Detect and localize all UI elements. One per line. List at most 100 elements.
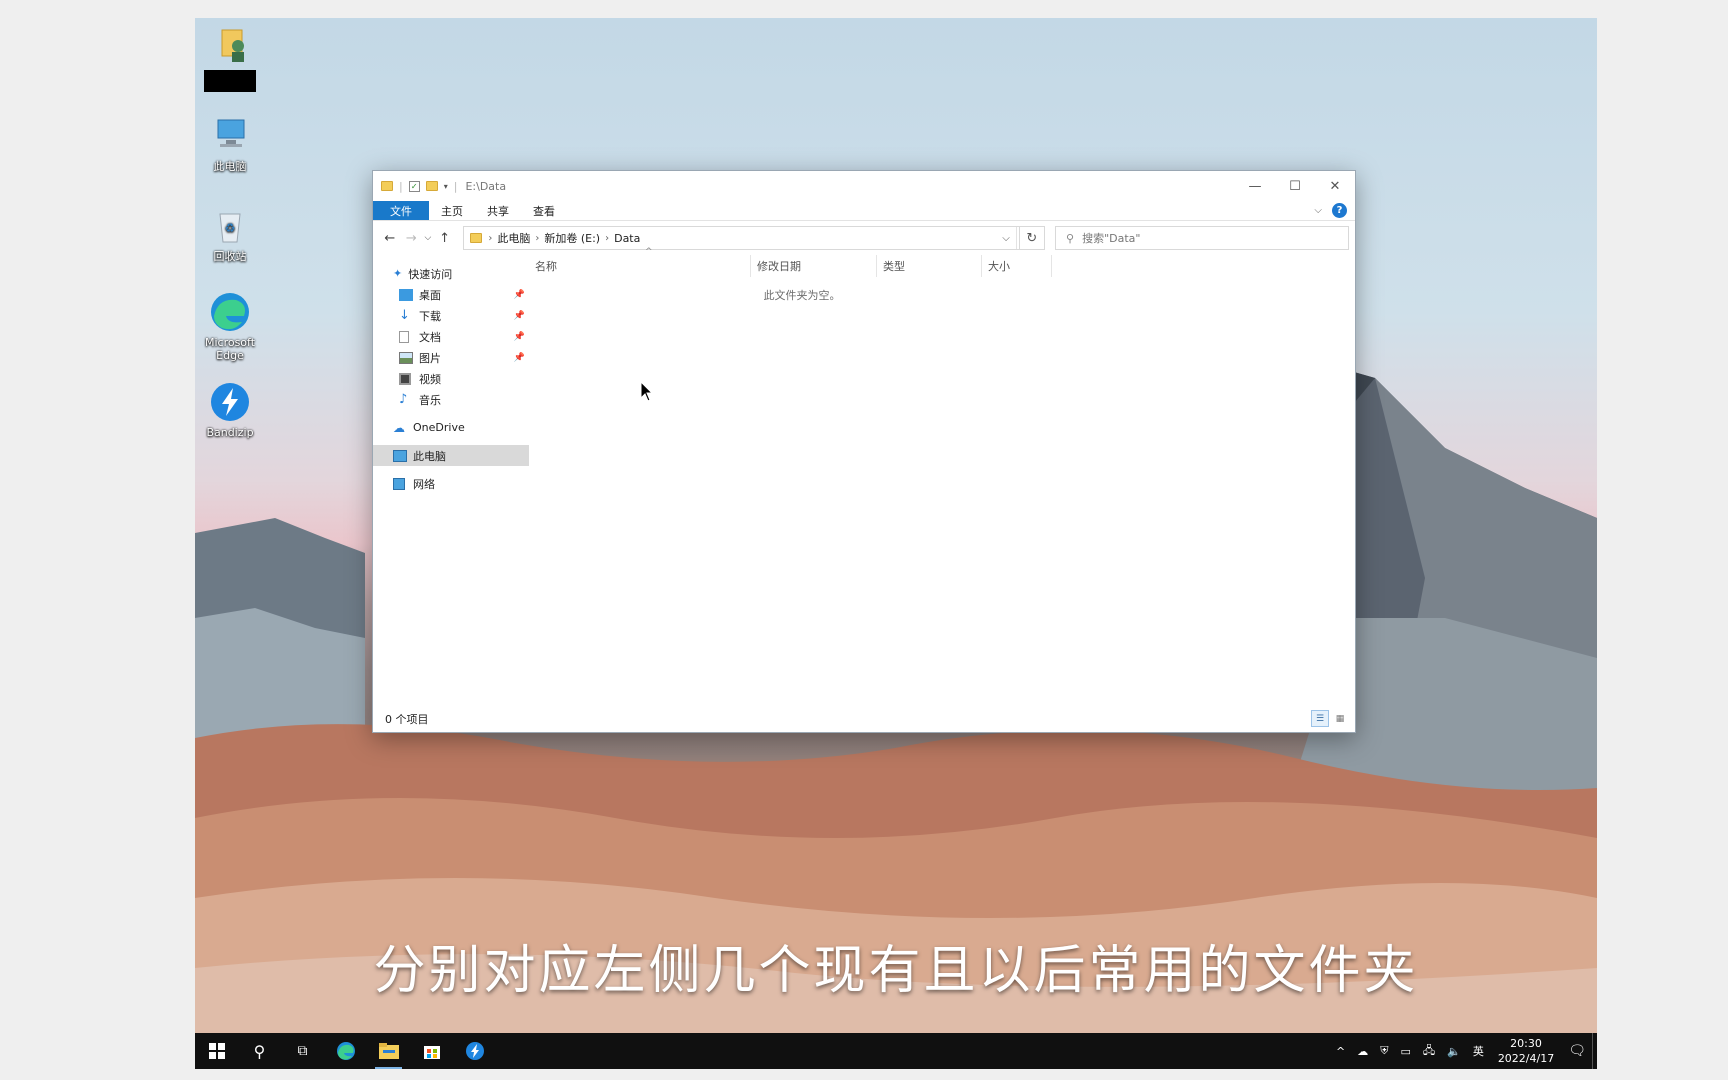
desktop-icon-recycle-bin[interactable]: ♻ 回收站 [195, 204, 265, 263]
nav-label: 网络 [413, 477, 435, 491]
chevron-right-icon[interactable]: › [535, 233, 539, 244]
details-view-icon[interactable]: ☰ [1311, 710, 1329, 727]
nav-label: 音乐 [419, 393, 441, 407]
pin-star-icon: ✦ [393, 267, 403, 280]
recent-locations-icon[interactable]: ⌵ [422, 233, 434, 243]
network-icon [393, 477, 405, 490]
pin-icon[interactable]: 📌 [514, 332, 525, 342]
large-icons-view-icon[interactable]: ▦ [1331, 710, 1349, 727]
breadcrumb-this-pc[interactable]: 此电脑 [497, 230, 530, 246]
close-button[interactable]: ✕ [1315, 171, 1355, 201]
search-box[interactable]: ⚲ 搜索"Data" [1055, 226, 1349, 250]
breadcrumb-data[interactable]: Data [614, 232, 640, 245]
customize-qa-icon[interactable]: ▾ [444, 182, 448, 191]
chevron-right-icon[interactable]: › [605, 233, 609, 244]
explorer-body: ✦ 快速访问 桌面 📌 ↓ 下载 📌 文档 📌 图片 📌 视频 ♪ 音乐 ☁ O… [373, 247, 1355, 706]
column-size[interactable]: 大小 [982, 255, 1052, 277]
tab-view[interactable]: 查看 [521, 201, 567, 220]
properties-icon[interactable]: ✓ [408, 180, 420, 192]
column-type[interactable]: 类型 [877, 255, 982, 277]
nav-quick-access[interactable]: ✦ 快速访问 [373, 263, 529, 284]
download-icon: ↓ [399, 307, 410, 323]
nav-onedrive[interactable]: ☁ OneDrive [373, 417, 529, 438]
file-list: ^ 名称 修改日期 类型 大小 此文件夹为空。 [529, 247, 1355, 706]
chevron-up-icon[interactable]: ^ [1330, 1045, 1351, 1058]
video-subtitle: 分别对应左侧几个现有且以后常用的文件夹 [373, 941, 1419, 1001]
nav-item-music[interactable]: ♪ 音乐 [373, 389, 529, 410]
redacted-label [204, 70, 256, 92]
title-bar[interactable]: | ✓ ▾ | E:\Data — ☐ ✕ [373, 171, 1355, 201]
address-bar[interactable]: › 此电脑 › 新加卷 (E:) › Data ⌵ [463, 226, 1020, 250]
nav-label: 文档 [419, 330, 441, 344]
new-folder-icon[interactable] [425, 181, 438, 191]
pin-icon[interactable]: 📌 [514, 290, 525, 300]
nav-this-pc[interactable]: 此电脑 [373, 445, 529, 466]
nav-network[interactable]: 网络 [373, 473, 529, 494]
nav-item-pictures[interactable]: 图片 📌 [373, 347, 529, 368]
file-explorer-window: | ✓ ▾ | E:\Data — ☐ ✕ 文件 主页 共享 查看 ⌵ ? ← … [372, 170, 1356, 733]
maximize-button[interactable]: ☐ [1275, 171, 1315, 201]
minimize-button[interactable]: — [1235, 171, 1275, 201]
document-icon [399, 330, 409, 343]
forward-icon[interactable]: → [401, 231, 423, 246]
nav-label: 快速访问 [408, 267, 453, 281]
taskbar-file-explorer[interactable] [367, 1033, 410, 1069]
tab-file[interactable]: 文件 [373, 201, 429, 220]
expand-ribbon-icon[interactable]: ⌵ [1314, 205, 1322, 216]
onedrive-icon[interactable]: ☁ [1351, 1045, 1374, 1058]
nav-label: 下载 [419, 309, 441, 323]
desktop-icon-user[interactable] [195, 24, 265, 92]
battery-icon[interactable]: ▭ [1394, 1045, 1416, 1058]
nav-item-desktop[interactable]: 桌面 📌 [373, 284, 529, 305]
pin-icon[interactable]: 📌 [514, 353, 525, 363]
desktop-icon-this-pc[interactable]: 此电脑 [195, 114, 265, 173]
tab-home[interactable]: 主页 [429, 201, 475, 220]
task-view-icon: ⧉ [297, 1043, 308, 1059]
column-name[interactable]: 名称 [529, 255, 751, 277]
input-language[interactable]: 英 [1467, 1043, 1490, 1059]
navigation-pane: ✦ 快速访问 桌面 📌 ↓ 下载 📌 文档 📌 图片 📌 视频 ♪ 音乐 ☁ O… [373, 255, 529, 706]
user-folder-icon [208, 24, 252, 68]
clock[interactable]: 20:30 2022/4/17 [1490, 1036, 1562, 1066]
ribbon-tabs: 文件 主页 共享 查看 ⌵ ? [373, 201, 1355, 221]
security-icon[interactable]: ⛨ [1374, 1044, 1394, 1058]
column-headers: 名称 修改日期 类型 大小 [529, 255, 1355, 277]
column-date-modified[interactable]: 修改日期 [751, 255, 877, 277]
desktop-icon-label: Bandizip [206, 426, 254, 439]
refresh-button[interactable]: ↻ [1019, 226, 1046, 250]
back-icon[interactable]: ← [379, 231, 401, 246]
pin-icon[interactable]: 📌 [514, 311, 525, 321]
refresh-icon: ↻ [1026, 230, 1038, 246]
navigation-bar: ← → ⌵ ↑ › 此电脑 › 新加卷 (E:) › Data ⌵ ↻ ⚲ 搜索… [373, 221, 1355, 255]
nav-item-videos[interactable]: 视频 [373, 368, 529, 389]
nav-label: 桌面 [419, 288, 441, 302]
start-button[interactable] [195, 1033, 238, 1069]
taskbar-bandizip[interactable] [453, 1033, 496, 1069]
chevron-right-icon[interactable]: › [488, 233, 492, 244]
help-icon[interactable]: ? [1332, 203, 1347, 218]
up-icon[interactable]: ↑ [434, 231, 456, 246]
window-controls: — ☐ ✕ [1235, 171, 1355, 201]
show-desktop-button[interactable] [1592, 1033, 1597, 1069]
status-bar: 0 个项目 ☰ ▦ [373, 706, 1355, 732]
desktop-icon-edge[interactable]: Microsoft Edge [195, 290, 265, 362]
breadcrumb-volume[interactable]: 新加卷 (E:) [544, 230, 600, 246]
notification-icon[interactable]: 🗨 [1562, 1043, 1592, 1059]
volume-icon[interactable]: 🔈 [1441, 1045, 1467, 1058]
network-icon[interactable]: 🖧 [1417, 1042, 1441, 1061]
search-button[interactable]: ⚲ [238, 1033, 281, 1069]
music-icon: ♪ [399, 391, 408, 407]
nav-item-downloads[interactable]: ↓ 下载 📌 [373, 305, 529, 326]
taskbar-edge[interactable] [324, 1033, 367, 1069]
windows-icon [208, 1043, 225, 1059]
divider: | [453, 179, 458, 193]
tab-share[interactable]: 共享 [475, 201, 521, 220]
task-view-button[interactable]: ⧉ [281, 1033, 324, 1069]
nav-item-documents[interactable]: 文档 📌 [373, 326, 529, 347]
chevron-down-icon[interactable]: ⌵ [997, 227, 1017, 249]
desktop-icon-bandizip[interactable]: Bandizip [195, 380, 265, 439]
clock-time: 20:30 [1510, 1037, 1542, 1050]
taskbar-store[interactable] [410, 1033, 453, 1069]
ribbon-right: ⌵ ? [1314, 203, 1347, 218]
desktop-icon-label: Microsoft Edge [204, 336, 256, 362]
